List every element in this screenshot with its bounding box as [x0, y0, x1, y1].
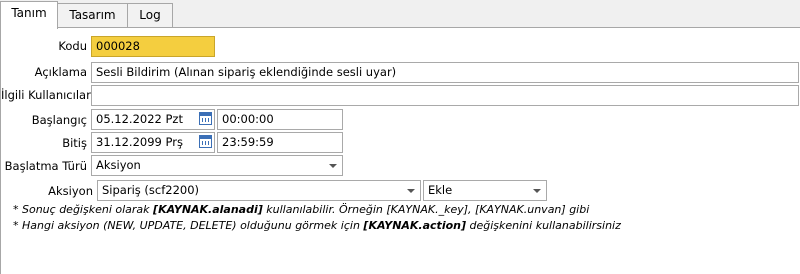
tab-bar: Tanım Tasarım Log: [0, 0, 800, 29]
aksiyon-value: Sipariş (scf2200): [102, 183, 200, 197]
bitis-date-field[interactable]: 31.12.2099 Prş: [91, 132, 215, 153]
bitis-time-field[interactable]: 23:59:59: [217, 132, 343, 153]
aksiyon-op-select[interactable]: Ekle: [423, 180, 547, 201]
chevron-down-icon[interactable]: [329, 164, 337, 168]
tab-tasarim[interactable]: Tasarım: [57, 3, 128, 27]
baslatma-turu-value: Aksiyon: [96, 158, 141, 172]
baslatma-turu-label: Başlatma Türü: [4, 159, 87, 173]
chevron-down-icon[interactable]: [533, 189, 541, 193]
aciklama-field[interactable]: Sesli Bildirim (Alınan sipariş eklendiği…: [91, 62, 799, 83]
help-note-2: * Hangi aksiyon (NEW, UPDATE, DELETE) ol…: [13, 219, 621, 232]
aciklama-label: Açıklama: [34, 65, 87, 79]
definition-panel: Kodu 000028 Açıklama Sesli Bildirim (Alı…: [0, 27, 800, 274]
help-note-1-key: [KAYNAK.alanadi]: [153, 203, 263, 216]
baslatma-turu-select[interactable]: Aksiyon: [91, 155, 343, 176]
baslangic-time-field[interactable]: 00:00:00: [217, 109, 343, 130]
kodu-label: Kodu: [58, 39, 87, 53]
chevron-down-icon[interactable]: [407, 189, 415, 193]
ilgili-kullanicilar-label: İlgili Kullanıcılar: [1, 88, 91, 102]
calendar-icon[interactable]: [199, 135, 212, 148]
tab-tanim[interactable]: Tanım: [0, 1, 58, 29]
aksiyon-label: Aksiyon: [48, 184, 93, 198]
baslangic-label: Başlangıç: [31, 113, 87, 127]
bitis-date-value: 31.12.2099 Prş: [96, 135, 183, 149]
aksiyon-select[interactable]: Sipariş (scf2200): [97, 180, 421, 201]
help-note-1: * Sonuç değişkeni olarak [KAYNAK.alanadi…: [13, 203, 590, 216]
tab-log[interactable]: Log: [127, 3, 173, 27]
bitis-label: Bitiş: [62, 136, 87, 150]
ilgili-kullanicilar-field[interactable]: [91, 85, 799, 106]
kodu-field[interactable]: 000028: [91, 36, 215, 57]
calendar-icon[interactable]: [199, 112, 212, 125]
aksiyon-op-value: Ekle: [428, 183, 453, 197]
baslangic-date-value: 05.12.2022 Pzt: [96, 112, 183, 126]
help-note-2-key: [KAYNAK.action]: [363, 219, 466, 232]
baslangic-date-field[interactable]: 05.12.2022 Pzt: [91, 109, 215, 130]
